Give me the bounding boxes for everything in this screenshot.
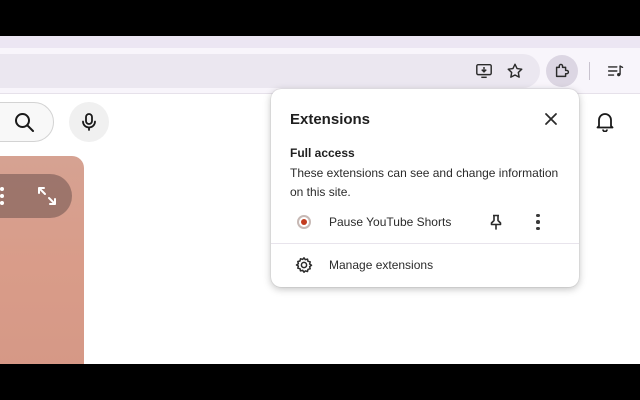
gear-icon	[295, 256, 313, 274]
close-button[interactable]	[541, 109, 561, 129]
search-button[interactable]	[0, 102, 54, 142]
address-bar[interactable]	[0, 54, 540, 88]
more-vertical-icon[interactable]	[529, 212, 547, 232]
tab-strip	[0, 36, 640, 48]
extensions-puzzle-icon	[555, 63, 570, 78]
close-icon	[545, 113, 557, 125]
letterbox-top	[0, 0, 640, 36]
browser-toolbar	[0, 48, 640, 94]
microphone-icon	[82, 113, 96, 131]
extensions-button[interactable]	[546, 55, 578, 87]
media-queue-icon[interactable]	[605, 61, 627, 81]
extension-name: Pause YouTube Shorts	[329, 215, 452, 229]
manage-extensions-button[interactable]: Manage extensions	[271, 251, 579, 279]
install-app-icon[interactable]	[474, 61, 494, 81]
section-title: Full access	[290, 146, 355, 160]
popup-divider	[271, 243, 579, 244]
voice-search-button[interactable]	[69, 102, 109, 142]
notifications-button[interactable]	[590, 106, 620, 136]
expand-icon[interactable]	[36, 185, 58, 207]
toolbar-divider	[589, 62, 590, 80]
more-vertical-icon[interactable]	[0, 187, 7, 205]
video-controls-pill	[0, 174, 72, 218]
video-thumbnail[interactable]	[0, 156, 84, 364]
letterbox-bottom	[0, 364, 640, 400]
manage-extensions-label: Manage extensions	[329, 258, 434, 272]
bookmark-star-icon[interactable]	[505, 61, 525, 81]
notifications-bell-icon	[596, 113, 614, 132]
extensions-popup: Extensions Full access These extensions …	[271, 89, 579, 287]
browser-window: Extensions Full access These extensions …	[0, 36, 640, 364]
pin-icon[interactable]	[487, 213, 505, 231]
search-icon	[15, 113, 34, 132]
popup-title: Extensions	[290, 111, 371, 128]
extension-favicon-icon	[297, 215, 311, 229]
extension-row[interactable]: Pause YouTube Shorts	[271, 207, 579, 237]
section-description: These extensions can see and change info…	[290, 166, 559, 199]
